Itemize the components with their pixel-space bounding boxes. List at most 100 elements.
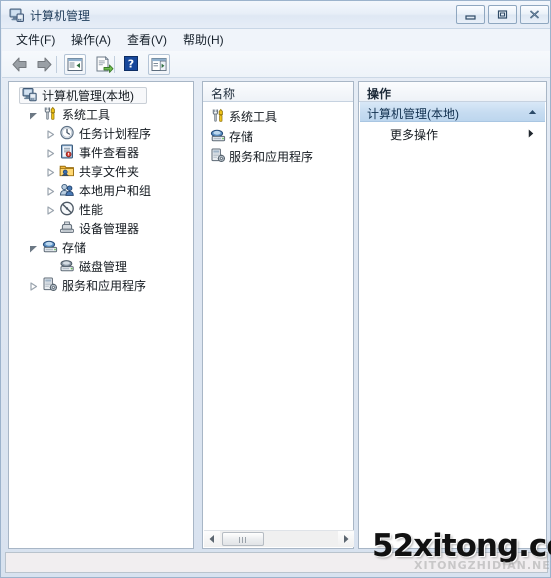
tree-item-disk-management[interactable]: 磁盘管理 <box>9 256 193 275</box>
actions-panel-header: 操作 <box>359 82 546 102</box>
triangle-right-icon <box>344 535 349 543</box>
tree-item-label: 存储 <box>62 241 87 255</box>
grip-icon <box>239 537 246 543</box>
maximize-icon <box>497 10 508 19</box>
scroll-left-button[interactable] <box>204 531 220 547</box>
collapsed-twisty-icon[interactable] <box>46 204 55 215</box>
services-apps-icon <box>210 148 226 163</box>
triangle-left-icon <box>209 535 214 543</box>
arrow-right-icon <box>37 57 52 72</box>
action-pane-icon <box>151 58 167 71</box>
minimize-icon <box>465 15 476 20</box>
computer-icon <box>22 87 38 102</box>
tree-item-performance[interactable]: 性能 <box>9 199 193 218</box>
export-list-button[interactable] <box>93 54 115 75</box>
tree-item-computer-management[interactable]: 计算机管理(本地) <box>9 85 193 104</box>
arrow-left-icon <box>12 57 27 72</box>
list-item-storage[interactable]: 存储 <box>203 126 353 145</box>
tree-item-label: 事件查看器 <box>79 146 140 160</box>
title-bar[interactable]: 计算机管理 <box>1 1 550 29</box>
storage-icon <box>210 128 226 143</box>
collapsed-twisty-icon[interactable] <box>46 166 55 177</box>
back-button[interactable] <box>9 54 31 75</box>
expanded-twisty-icon[interactable] <box>29 242 38 253</box>
device-manager-icon <box>59 220 75 235</box>
event-viewer-icon <box>59 144 75 159</box>
chevron-up-icon[interactable] <box>528 109 537 115</box>
more-actions-label: 更多操作 <box>390 128 439 142</box>
system-tools-icon <box>42 106 58 121</box>
scroll-right-button[interactable] <box>338 531 354 547</box>
tree-item-label: 服务和应用程序 <box>62 279 147 293</box>
system-tools-icon <box>210 108 226 123</box>
toolbar: ? <box>2 51 550 78</box>
forward-button[interactable] <box>33 54 55 75</box>
task-scheduler-icon <box>59 125 75 140</box>
tree-item-event-viewer[interactable]: 事件查看器 <box>9 142 193 161</box>
collapsed-twisty-icon[interactable] <box>46 147 55 158</box>
window-title: 计算机管理 <box>30 9 91 23</box>
tree-item-storage[interactable]: 存储 <box>9 237 193 256</box>
tree-item-label: 共享文件夹 <box>79 165 140 179</box>
chevron-right-icon <box>528 129 534 138</box>
more-actions-menu-item[interactable]: 更多操作 <box>360 124 545 143</box>
performance-icon <box>59 201 75 216</box>
tree-item-label: 本地用户和组 <box>79 184 152 198</box>
toolbar-separator <box>114 56 115 73</box>
export-list-icon <box>96 56 114 73</box>
tree-item-system-tools[interactable]: 系统工具 <box>9 104 193 123</box>
results-list-panel: 名称 系统工具 存储 服务和应用程序 <box>202 81 354 549</box>
show-action-pane-button[interactable] <box>148 54 170 75</box>
tree-item-label: 设备管理器 <box>79 222 140 236</box>
menu-bar: 文件(F) 操作(A) 查看(V) 帮助(H) <box>2 29 550 51</box>
menu-help[interactable]: 帮助(H) <box>177 32 230 49</box>
tree-item-label: 性能 <box>79 203 104 217</box>
tree-item-shared-folders[interactable]: 共享文件夹 <box>9 161 193 180</box>
menu-file[interactable]: 文件(F) <box>10 32 61 49</box>
actions-scope-label: 计算机管理(本地) <box>367 107 459 121</box>
tree-item-task-scheduler[interactable]: 任务计划程序 <box>9 123 193 142</box>
actions-header-label: 操作 <box>367 87 392 101</box>
show-hide-console-tree-button[interactable] <box>64 54 86 75</box>
list-item-services-and-applications[interactable]: 服务和应用程序 <box>203 146 353 165</box>
minimize-button[interactable] <box>456 5 485 24</box>
computer-management-window: 计算机管理 文件(F) 操作(A) 查看(V) 帮助(H) ? 计算机管理(本地… <box>0 0 551 578</box>
close-button[interactable] <box>520 5 549 24</box>
scrollbar-thumb[interactable] <box>222 532 264 546</box>
tree-item-label: 任务计划程序 <box>79 127 152 141</box>
storage-icon <box>42 239 58 254</box>
collapsed-twisty-icon[interactable] <box>46 128 55 139</box>
actions-scope-header[interactable]: 计算机管理(本地) <box>360 102 545 122</box>
collapsed-twisty-icon[interactable] <box>46 185 55 196</box>
column-header-name: 名称 <box>211 87 236 101</box>
shared-folders-icon <box>59 163 75 178</box>
disk-management-icon <box>59 258 75 273</box>
tree-item-services-and-applications[interactable]: 服务和应用程序 <box>9 275 193 294</box>
menu-view[interactable]: 查看(V) <box>121 32 173 49</box>
tree-item-label: 计算机管理(本地) <box>42 89 134 103</box>
collapsed-twisty-icon[interactable] <box>29 280 38 291</box>
console-tree-panel: 计算机管理(本地) 系统工具 任务计划程序 事件查看器 共享文件夹 本地用户和组… <box>8 81 194 549</box>
tree-item-device-manager[interactable]: 设备管理器 <box>9 218 193 237</box>
console-tree[interactable]: 计算机管理(本地) 系统工具 任务计划程序 事件查看器 共享文件夹 本地用户和组… <box>9 82 193 548</box>
list-item-label: 系统工具 <box>229 110 278 124</box>
maximize-button[interactable] <box>488 5 517 24</box>
help-button[interactable]: ? <box>121 54 143 75</box>
tree-item-label: 磁盘管理 <box>79 260 128 274</box>
services-apps-icon <box>42 277 58 292</box>
help-question-icon: ? <box>124 56 138 71</box>
actions-panel: 操作 计算机管理(本地) 更多操作 <box>358 81 547 549</box>
tree-item-local-users-and-groups[interactable]: 本地用户和组 <box>9 180 193 199</box>
list-item-system-tools[interactable]: 系统工具 <box>203 106 353 125</box>
status-bar <box>5 552 548 573</box>
menu-action[interactable]: 操作(A) <box>65 32 117 49</box>
toolbar-separator <box>56 56 57 73</box>
horizontal-scrollbar[interactable] <box>204 530 354 547</box>
expanded-twisty-icon[interactable] <box>29 109 38 120</box>
computer-management-icon <box>9 7 25 23</box>
tree-item-label: 系统工具 <box>62 108 111 122</box>
console-tree-icon <box>67 58 83 71</box>
svg-text:?: ? <box>128 57 134 70</box>
local-users-groups-icon <box>59 182 75 197</box>
list-column-header[interactable]: 名称 <box>203 82 353 102</box>
